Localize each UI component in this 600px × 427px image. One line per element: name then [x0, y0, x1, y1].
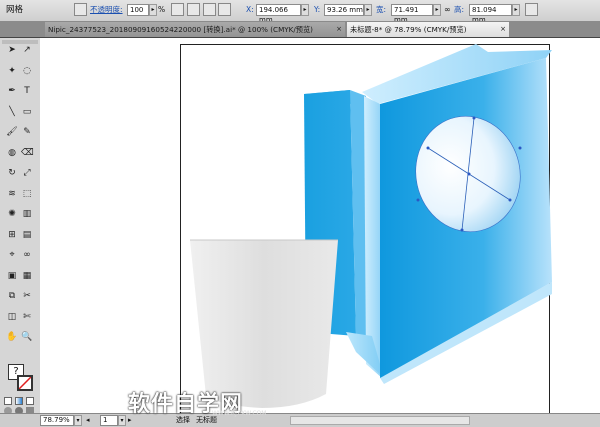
artwork: [190, 44, 552, 408]
watermark-url: WWW.RJZXW.COM: [212, 410, 267, 417]
status-bar: 78.79% ▾ ◂ 1 ▾ ▸ 选择 无标题: [0, 413, 600, 427]
page-dropdown-icon[interactable]: ▾: [118, 415, 126, 426]
cup: [190, 240, 338, 408]
horizontal-scrollbar[interactable]: [290, 416, 470, 425]
zoom-dropdown-icon[interactable]: ▾: [74, 415, 82, 426]
zoom-input[interactable]: 78.79%: [40, 415, 74, 426]
page-input[interactable]: 1: [100, 415, 118, 426]
prev-artboard-icon[interactable]: ◂: [86, 416, 90, 424]
